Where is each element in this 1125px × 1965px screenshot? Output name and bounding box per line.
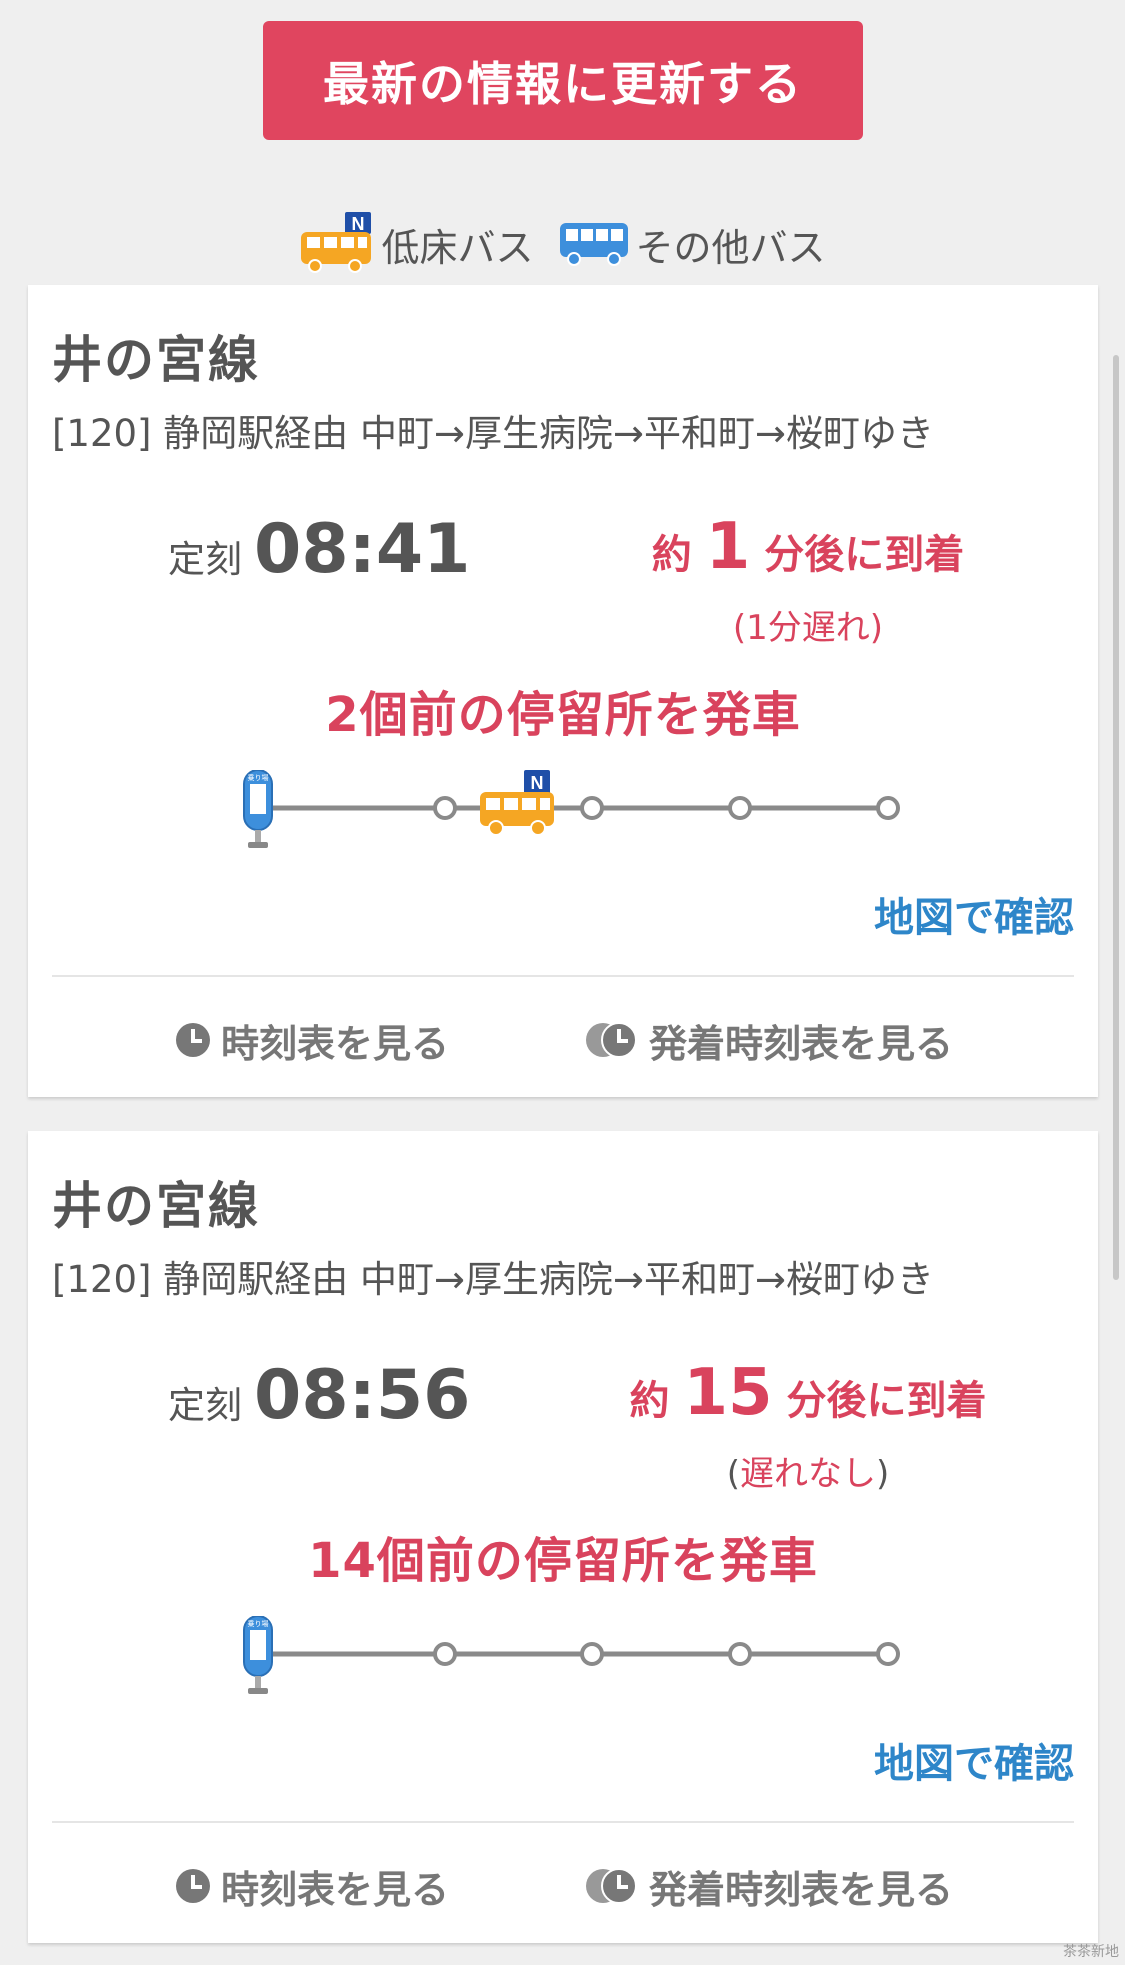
low-floor-bus-icon: N [480, 770, 554, 836]
legend-other-label: その他バス [635, 225, 826, 270]
stop-marker [433, 796, 457, 820]
scheduled-time-block: 定刻 08:56 [168, 1356, 470, 1435]
route-progress-track: 乗り場 [243, 1616, 900, 1694]
delay-close-paren: ) [876, 1454, 890, 1494]
delay-text: 遅れなし [740, 1454, 876, 1494]
timetable-link[interactable]: 時刻表を見る [173, 1013, 449, 1068]
route-name: 井の宮線 [52, 1177, 260, 1235]
timetable-links: 時刻表を見る 発着時刻表を見る [28, 1851, 1098, 1921]
clock-icon [175, 1869, 210, 1903]
refresh-button[interactable]: 最新の情報に更新する [263, 21, 863, 140]
other-bus-icon [559, 223, 628, 266]
svg-text:N: N [352, 214, 365, 234]
stop-marker [876, 1642, 900, 1666]
double-clock-icon [586, 1022, 637, 1058]
arrival-estimate: 約 1 分後に到着 [608, 510, 1008, 584]
arrival-suffix: 分後に到着 [786, 1378, 987, 1424]
svg-text:乗り場: 乗り場 [248, 1619, 269, 1628]
arrival-timetable-link[interactable]: 発着時刻表を見る [585, 1859, 953, 1914]
route-progress-track: 乗り場 N [243, 770, 900, 848]
stop-marker [580, 1642, 604, 1666]
stops-before-status: 14個前の停留所を発車 [308, 1533, 818, 1589]
scheduled-time: 08:41 [254, 510, 471, 589]
clock-icon [175, 1023, 210, 1057]
stop-marker [876, 796, 900, 820]
scheduled-time-block: 定刻 08:41 [168, 510, 470, 589]
scheduled-label: 定刻 [168, 538, 242, 581]
timetable-link[interactable]: 時刻表を見る [173, 1859, 449, 1914]
bus-card: 井の宮線 [120] 静岡駅経由 中町→厚生病院→平和町→桜町ゆき 定刻 08:… [28, 1131, 1098, 1943]
delay-status: (遅れなし) [608, 1446, 1008, 1495]
route-description: [120] 静岡駅経由 中町→厚生病院→平和町→桜町ゆき [52, 1258, 935, 1301]
double-clock-icon [586, 1868, 637, 1904]
legend-low-floor-label: 低床バス [381, 225, 534, 270]
legend-low-floor: N 低床バス [299, 212, 534, 276]
svg-text:N: N [531, 773, 544, 793]
arrival-timetable-label: 発着時刻表を見る [649, 1021, 954, 1066]
map-confirm-link[interactable]: 地図で確認 [874, 1731, 1074, 1789]
scheduled-label: 定刻 [168, 1384, 242, 1427]
delay-open-paren: ( [726, 1454, 740, 1494]
timetable-label: 時刻表を見る [220, 1021, 449, 1066]
arrival-minutes: 15 [683, 1356, 773, 1430]
divider [52, 975, 1074, 977]
watermark: 茶茶新地 [1063, 1944, 1119, 1960]
route-name: 井の宮線 [52, 331, 260, 389]
arrival-timetable-label: 発着時刻表を見る [649, 1867, 954, 1912]
svg-text:乗り場: 乗り場 [248, 773, 269, 782]
stop-marker [580, 796, 604, 820]
scheduled-time: 08:56 [254, 1356, 471, 1435]
arrival-suffix: 分後に到着 [764, 532, 965, 578]
scrollbar[interactable] [1113, 355, 1119, 1280]
arrival-minutes: 1 [705, 510, 751, 584]
stops-before-status: 2個前の停留所を発車 [325, 687, 801, 743]
stop-marker [433, 1642, 457, 1666]
low-floor-bus-icon: N [301, 212, 372, 273]
bus-stop-icon: 乗り場 [243, 770, 273, 848]
stop-marker [728, 1642, 752, 1666]
bus-card: 井の宮線 [120] 静岡駅経由 中町→厚生病院→平和町→桜町ゆき 定刻 08:… [28, 285, 1098, 1097]
arrival-timetable-link[interactable]: 発着時刻表を見る [585, 1013, 953, 1068]
bus-legend: N 低床バス その他バス [0, 212, 1125, 276]
delay-status: (1分遅れ) [732, 608, 884, 648]
arrival-prefix: 約 [629, 1378, 670, 1424]
bus-stop-icon: 乗り場 [243, 1616, 273, 1694]
timetable-links: 時刻表を見る 発着時刻表を見る [28, 1005, 1098, 1075]
arrival-estimate: 約 15 分後に到着 [608, 1356, 1008, 1430]
route-description: [120] 静岡駅経由 中町→厚生病院→平和町→桜町ゆき [52, 412, 935, 455]
arrival-prefix: 約 [651, 532, 692, 578]
legend-other: その他バス [558, 217, 826, 272]
map-confirm-link[interactable]: 地図で確認 [874, 885, 1074, 943]
timetable-label: 時刻表を見る [220, 1867, 449, 1912]
divider [52, 1821, 1074, 1823]
stop-marker [728, 796, 752, 820]
